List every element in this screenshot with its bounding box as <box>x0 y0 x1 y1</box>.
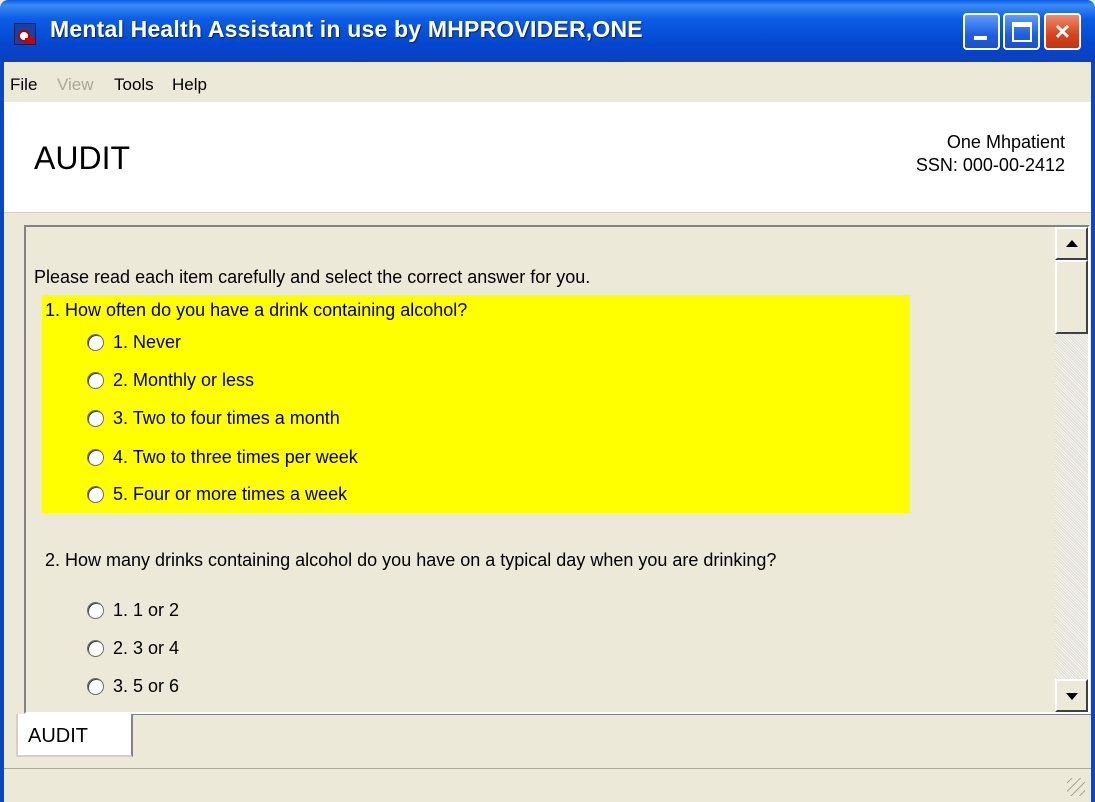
tab-audit[interactable]: AUDIT <box>16 714 133 757</box>
question-1: 1. How often do you have a drink contain… <box>42 295 910 513</box>
radio-button[interactable] <box>87 486 104 503</box>
window-title: Mental Health Assistant in use by MHPROV… <box>50 16 643 42</box>
tab-strip-line <box>133 714 1091 715</box>
menu-bar: File View Tools Help <box>0 62 1095 102</box>
radio-button[interactable] <box>87 678 104 695</box>
close-icon: × <box>1054 16 1071 46</box>
page-title: AUDIT <box>34 140 130 176</box>
menu-tools[interactable]: Tools <box>114 75 154 95</box>
patient-name: One Mhpatient <box>946 132 1065 152</box>
answer-label[interactable]: 3. 5 or 6 <box>113 676 179 697</box>
radio-button[interactable] <box>87 410 104 427</box>
answer-label[interactable]: 2. Monthly or less <box>113 370 254 391</box>
radio-button[interactable] <box>87 640 104 657</box>
radio-button[interactable] <box>87 602 104 619</box>
patient-ssn: SSN: 000-00-2412 <box>915 155 1065 175</box>
answer-label[interactable]: 1. 1 or 2 <box>113 600 179 621</box>
window-title-bar[interactable]: Mental Health Assistant in use by MHPROV… <box>0 0 1095 62</box>
scroll-up-button[interactable] <box>1055 227 1088 260</box>
form-header: AUDIT One Mhpatient SSN: 000-00-2412 <box>4 102 1091 213</box>
answer-label[interactable]: 1. Never <box>113 332 181 353</box>
answer-label[interactable]: 3. Two to four times a month <box>113 408 340 429</box>
vertical-scrollbar[interactable] <box>1055 227 1088 712</box>
radio-button[interactable] <box>87 449 104 466</box>
arrow-down-icon <box>1066 693 1078 700</box>
maximize-icon <box>1012 22 1032 42</box>
menu-help[interactable]: Help <box>172 75 207 95</box>
instructions-text: Please read each item carefully and sele… <box>34 267 591 287</box>
answer-label[interactable]: 2. 3 or 4 <box>113 638 179 659</box>
resize-grip-icon[interactable] <box>1067 778 1085 796</box>
close-button[interactable]: × <box>1044 13 1081 50</box>
arrow-up-icon <box>1066 240 1078 247</box>
maximize-button[interactable] <box>1003 13 1040 50</box>
scrollbar-thumb[interactable] <box>1055 260 1088 334</box>
answer-label[interactable]: 4. Two to three times per week <box>113 447 358 468</box>
radio-button[interactable] <box>87 372 104 389</box>
question-text: 2. How many drinks containing alcohol do… <box>45 550 777 570</box>
question-text: 1. How often do you have a drink contain… <box>45 300 468 320</box>
scroll-down-button[interactable] <box>1055 679 1088 712</box>
answer-label[interactable]: 5. Four or more times a week <box>113 484 347 505</box>
app-icon[interactable] <box>14 23 36 45</box>
minimize-icon <box>974 36 987 40</box>
tab-label[interactable]: AUDIT <box>28 725 88 748</box>
menu-view[interactable]: View <box>57 75 94 95</box>
window-frame-right <box>1091 102 1095 802</box>
menu-file[interactable]: File <box>10 75 37 95</box>
status-bar <box>4 768 1091 802</box>
minimize-button[interactable] <box>963 13 1000 50</box>
questionnaire-panel: Please read each item carefully and sele… <box>24 225 1090 714</box>
question-2: 2. How many drinks containing alcohol do… <box>42 545 910 715</box>
radio-button[interactable] <box>87 334 104 351</box>
